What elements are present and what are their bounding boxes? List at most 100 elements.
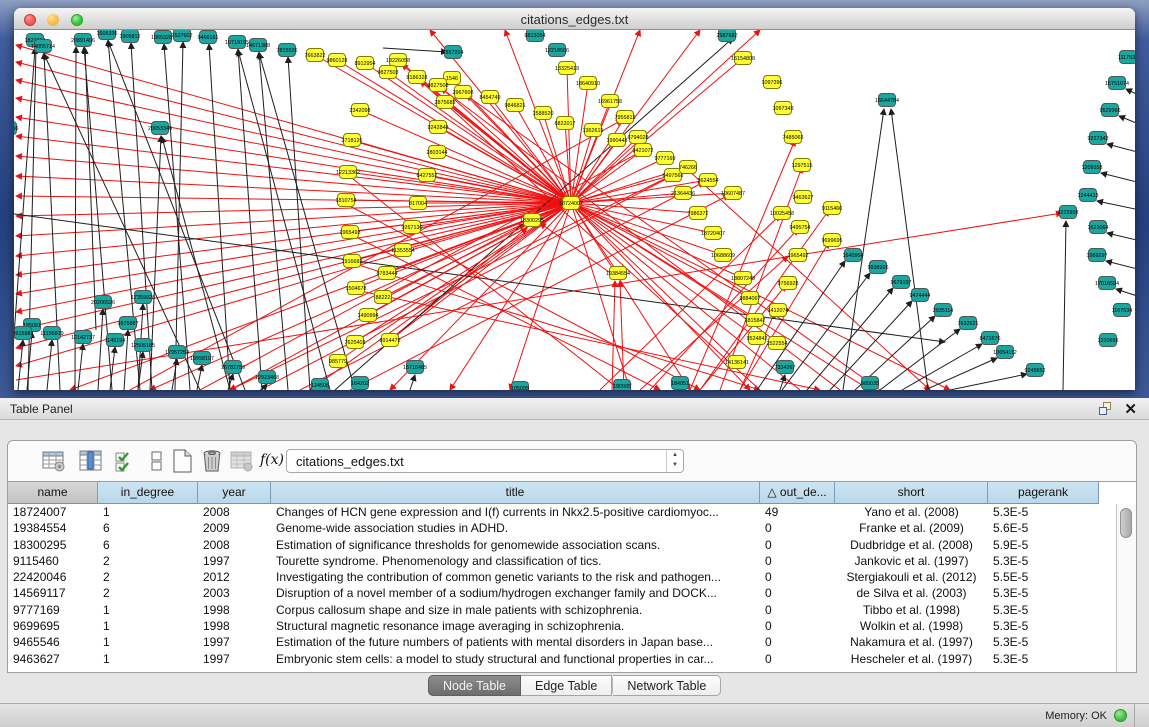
graph-node-teal[interactable]: 10654112: [993, 346, 1017, 359]
graph-node-teal[interactable]: 1210655: [1098, 334, 1119, 347]
graph-node-yellow[interactable]: 12213362: [336, 166, 360, 179]
graph-node-teal[interactable]: 184051: [671, 377, 689, 390]
cell-pagerank[interactable]: 5.6E-5: [988, 520, 1099, 536]
cell-name[interactable]: 9115460: [8, 553, 98, 569]
graph-node-teal[interactable]: 7334267: [775, 361, 796, 374]
cell-out_de[interactable]: 0: [760, 618, 835, 634]
delete-columns-icon[interactable]: [199, 448, 225, 474]
table-row[interactable]: 1872400712008Changes of HCN gene express…: [8, 504, 1116, 520]
graph-node-yellow[interactable]: 9524842: [747, 332, 768, 345]
graph-node-teal[interactable]: 19958107: [190, 352, 214, 365]
unselect-all-columns-icon[interactable]: [144, 448, 170, 474]
cell-short[interactable]: Franke et al. (2009): [835, 520, 988, 536]
scrollbar-thumb[interactable]: [1120, 508, 1132, 538]
graph-node-yellow[interactable]: 1990448: [607, 134, 628, 147]
graph-node-teal[interactable]: 1145194: [105, 334, 126, 347]
graph-node-yellow[interactable]: 2967608: [453, 86, 474, 99]
cell-title[interactable]: Tourette syndrome. Phenomenology and cla…: [271, 553, 760, 569]
cell-title[interactable]: Embryonic stem cells: a model to study s…: [271, 651, 760, 667]
cell-name[interactable]: 18724007: [8, 504, 98, 520]
graph-node-yellow[interactable]: 8454749: [480, 91, 501, 104]
graph-node-yellow[interactable]: 8186328: [407, 71, 428, 84]
graph-node-yellow[interactable]: 1412074: [768, 304, 789, 317]
column-header-title[interactable]: title: [271, 482, 760, 504]
cell-short[interactable]: Tibbo et al. (1998): [835, 602, 988, 618]
graph-node-yellow[interactable]: 746266: [679, 161, 697, 174]
column-header-short[interactable]: short: [835, 482, 988, 504]
citation-network-graph[interactable]: 1872400713226058982750381863281546982750…: [14, 30, 1135, 390]
cell-out_de[interactable]: 0: [760, 602, 835, 618]
graph-node-yellow[interactable]: 1490994: [358, 309, 379, 322]
graph-node-yellow[interactable]: 18724007: [559, 197, 583, 210]
cell-short[interactable]: de Silva et al. (2003): [835, 585, 988, 601]
graph-node-yellow[interactable]: 1965493: [340, 226, 361, 239]
table-row[interactable]: 1830029562008Estimation of significance …: [8, 537, 1116, 553]
graph-node-yellow[interactable]: 7625402: [345, 336, 366, 349]
graph-node-teal[interactable]: 105095: [511, 382, 529, 391]
graph-node-teal[interactable]: 985035: [861, 377, 879, 390]
graph-node-teal[interactable]: 15716485: [403, 361, 427, 374]
cell-year[interactable]: 2009: [198, 520, 271, 536]
graph-node-yellow[interactable]: 2875685: [435, 96, 456, 109]
graph-node-yellow[interactable]: 1588520: [533, 107, 554, 120]
cell-short[interactable]: Yano et al. (2008): [835, 504, 988, 520]
cell-in_degree[interactable]: 2: [98, 569, 198, 585]
graph-node-teal[interactable]: 1640954: [843, 249, 864, 262]
graph-node-yellow[interactable]: 21364436: [671, 187, 695, 200]
cell-pagerank[interactable]: 5.3E-5: [988, 651, 1099, 667]
column-header-in_degree[interactable]: in_degree: [98, 482, 198, 504]
graph-node-teal[interactable]: 16782759: [221, 361, 245, 374]
cell-out_de[interactable]: 0: [760, 520, 835, 536]
tab-edge-table[interactable]: Edge Table: [521, 675, 612, 696]
cell-year[interactable]: 2012: [198, 569, 271, 585]
graph-node-yellow[interactable]: 9827508: [428, 79, 449, 92]
graph-node-yellow[interactable]: 7663822: [305, 49, 326, 62]
graph-node-yellow[interactable]: 9884067: [740, 292, 761, 305]
close-icon[interactable]: ✕: [1124, 400, 1137, 418]
graph-node-teal[interactable]: 164202: [351, 377, 369, 390]
cell-year[interactable]: 1997: [198, 651, 271, 667]
function-builder-icon[interactable]: f(x): [260, 452, 284, 468]
cell-name[interactable]: 9777169: [8, 602, 98, 618]
graph-node-teal[interactable]: 9227343: [1088, 132, 1109, 145]
cell-title[interactable]: Genome-wide association studies in ADHD.: [271, 520, 760, 536]
cell-year[interactable]: 2008: [198, 504, 271, 520]
graph-node-yellow[interactable]: 1504678: [346, 282, 367, 295]
cell-pagerank[interactable]: 5.3E-5: [988, 585, 1099, 601]
graph-node-yellow[interactable]: 8427552: [417, 169, 438, 182]
graph-node-yellow[interactable]: 1097349: [773, 102, 794, 115]
graph-node-yellow[interactable]: 19384554: [606, 267, 630, 280]
graph-node-yellow[interactable]: 9115460: [822, 202, 843, 215]
graph-node-teal[interactable]: 12505185: [131, 339, 155, 352]
cell-short[interactable]: Hescheler et al. (1997): [835, 651, 988, 667]
graph-node-yellow[interactable]: 10688609: [711, 249, 735, 262]
graph-node-teal[interactable]: 17359928: [131, 291, 155, 304]
cell-name[interactable]: 14569117: [8, 585, 98, 601]
graph-node-teal[interactable]: 12218506: [545, 44, 569, 57]
graph-node-yellow[interactable]: 18807249: [731, 272, 755, 285]
graph-node-teal[interactable]: 8215958: [1058, 206, 1079, 219]
graph-node-yellow[interactable]: 2522554: [767, 337, 788, 350]
graph-node-yellow[interactable]: 6794028: [628, 131, 649, 144]
table-row[interactable]: 977716911998Corpus callosum shape and si…: [8, 602, 1116, 618]
cell-in_degree[interactable]: 1: [98, 618, 198, 634]
graph-node-teal[interactable]: 14671388: [246, 39, 270, 52]
cell-title[interactable]: Structural magnetic resonance image aver…: [271, 618, 760, 634]
cell-in_degree[interactable]: 1: [98, 634, 198, 650]
cell-out_de[interactable]: 0: [760, 537, 835, 553]
cell-title[interactable]: Changes of HCN gene expression and I(f) …: [271, 504, 760, 520]
graph-node-teal[interactable]: 124508: [311, 379, 329, 391]
graph-node-yellow[interactable]: 6822017: [555, 117, 576, 130]
graph-node-yellow[interactable]: 9242848: [428, 121, 449, 134]
cell-out_de[interactable]: 0: [760, 585, 835, 601]
graph-node-teal[interactable]: 20206526: [91, 296, 115, 309]
graph-node-teal[interactable]: 1621064: [1088, 221, 1109, 234]
cell-pagerank[interactable]: 5.3E-5: [988, 553, 1099, 569]
graph-node-yellow[interactable]: 11353554: [391, 244, 415, 257]
cell-pagerank[interactable]: 5.3E-5: [988, 504, 1099, 520]
graph-node-yellow[interactable]: 8912954: [355, 57, 376, 70]
graph-node-yellow[interactable]: 9421072: [633, 144, 654, 157]
graph-node-yellow[interactable]: 9267130: [402, 221, 423, 234]
network-canvas[interactable]: 1872400713226058982750381863281546982750…: [14, 30, 1135, 390]
graph-node-yellow[interactable]: 7986372: [688, 207, 709, 220]
